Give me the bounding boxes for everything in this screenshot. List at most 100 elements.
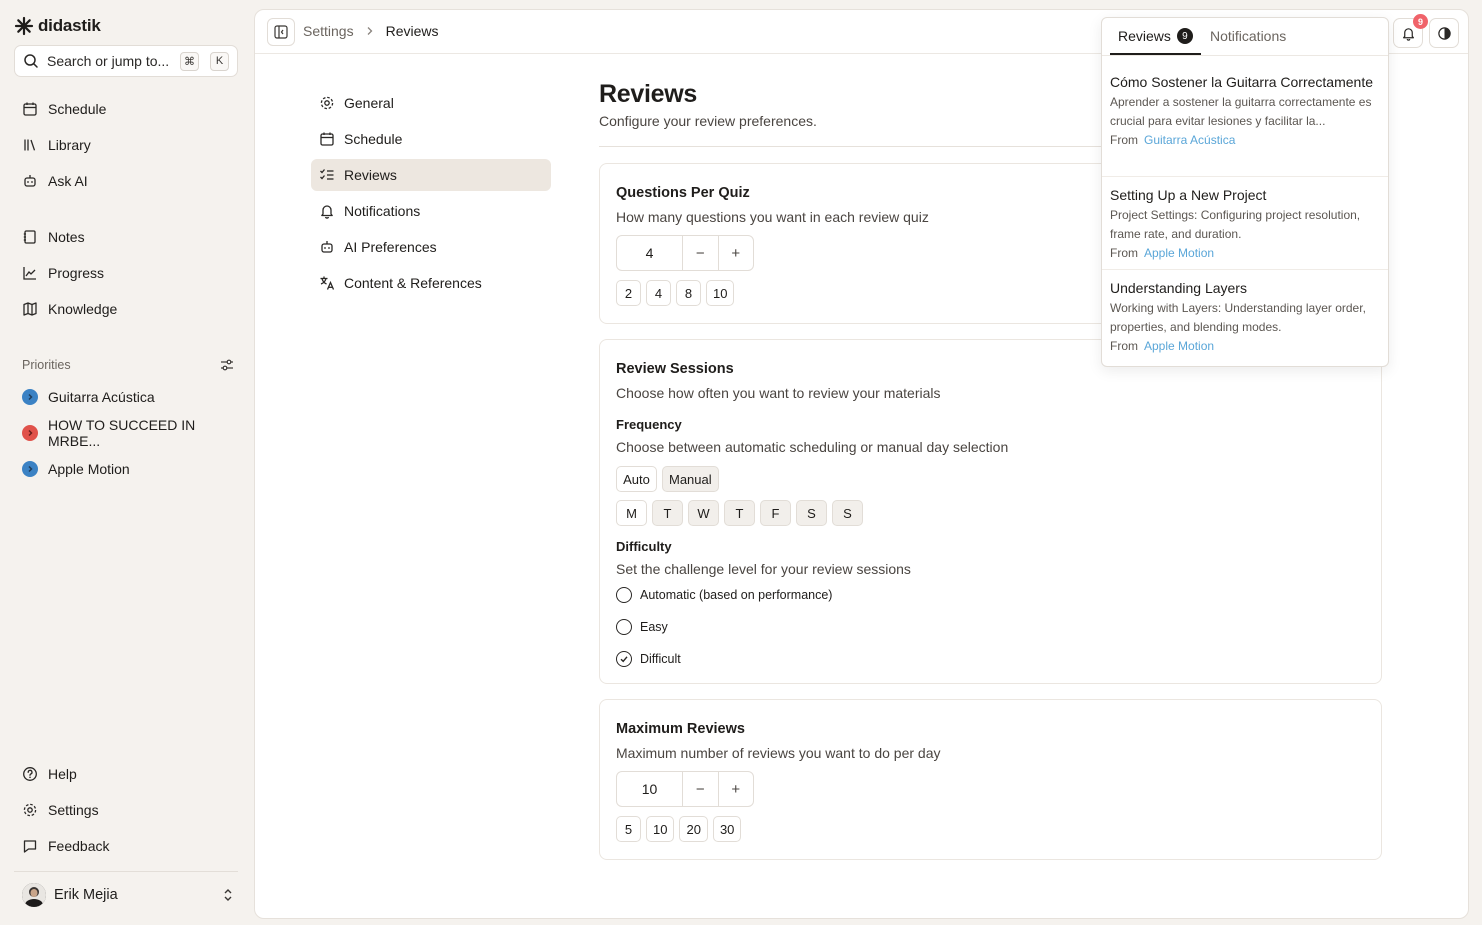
sidebar-item-help[interactable]: Help [14,758,238,790]
settings-nav-ai-preferences[interactable]: AI Preferences [311,231,551,263]
user-name: Erik Mejia [54,887,118,903]
bell-icon [321,205,333,219]
tab-label: Notifications [1210,28,1287,44]
priorities-label: Priorities [22,358,71,372]
mode-auto-button[interactable]: Auto [616,466,657,492]
review-item[interactable]: Setting Up a New Project Project Setting… [1102,176,1388,262]
sidebar-item-label: Progress [48,265,105,281]
stepper-value[interactable]: 10 [617,772,683,806]
source-link[interactable]: Guitarra Acústica [1144,133,1235,147]
tab-notifications[interactable]: Notifications [1210,28,1286,44]
sidebar-item-knowledge[interactable]: Knowledge [14,293,238,325]
sidebar-item-label: Notes [48,229,85,245]
shortcut-key-cmd: ⌘ [180,51,199,71]
sidebar-item-progress[interactable]: Progress [14,257,238,289]
decrement-button[interactable]: − [683,772,718,806]
page-subtitle: Configure your review preferences. [599,113,817,129]
source-link[interactable]: Apple Motion [1144,246,1214,260]
help-circle-icon [23,767,37,781]
preset-chip[interactable]: 2 [616,280,641,306]
app-name: didastik [38,16,101,35]
gear-icon [320,96,334,110]
increment-button[interactable]: + [717,236,754,270]
notifications-button[interactable]: 9 [1393,14,1428,48]
review-excerpt: Aprender a sostener la guitarra correcta… [1110,95,1372,128]
increment-button[interactable]: + [717,772,754,806]
preset-chip[interactable]: 30 [712,816,742,842]
day-friday[interactable]: F [760,500,791,526]
day-thursday[interactable]: T [724,500,755,526]
difficulty-option-difficult[interactable]: Difficult [616,651,681,667]
breadcrumb-current: Reviews [385,23,439,39]
sliders-icon[interactable] [220,358,234,372]
sidebar-item-feedback[interactable]: Feedback [14,830,238,862]
settings-nav-reviews[interactable]: Reviews [311,159,551,191]
breadcrumb-settings[interactable]: Settings [303,23,354,39]
difficulty-option-automatic[interactable]: Automatic (based on performance) [616,587,832,603]
from-label: From [1110,133,1138,147]
review-item[interactable]: Cómo Sostener la Guitarra Correctamente … [1102,72,1388,149]
frequency-description: Choose between automatic scheduling or m… [616,439,1009,455]
day-saturday[interactable]: S [796,500,827,526]
preset-chip[interactable]: 10 [646,816,675,842]
theme-toggle-button[interactable] [1429,18,1459,48]
sidebar-item-library[interactable]: Library [14,129,238,161]
day-tuesday[interactable]: T [652,500,683,526]
preset-chip[interactable]: 10 [706,280,735,306]
contrast-icon [1437,26,1451,40]
from-label: From [1110,246,1138,260]
preset-chip[interactable]: 8 [676,280,701,306]
priority-item-guitarra[interactable]: Guitarra Acústica [14,381,238,413]
day-wednesday[interactable]: W [688,500,719,526]
settings-nav-general[interactable]: General [311,87,551,119]
review-source: From Guitarra Acústica [1110,131,1380,149]
card-title: Maximum Reviews [616,721,745,737]
priority-item-mrbeast[interactable]: HOW TO SUCCEED IN MRBE... [14,417,238,449]
sidebar-item-schedule[interactable]: Schedule [14,93,238,125]
review-title: Understanding Layers [1110,280,1247,296]
preset-chip[interactable]: 5 [616,816,641,842]
stepper-value[interactable]: 4 [617,236,683,270]
source-link[interactable]: Apple Motion [1144,339,1214,353]
sidebar-item-notes[interactable]: Notes [14,221,238,253]
tab-reviews[interactable]: Reviews 9 [1110,28,1201,55]
map-icon [23,302,37,316]
avatar [22,883,46,907]
search-input[interactable]: Search or jump to... ⌘ K [14,45,238,77]
preset-chip[interactable]: 20 [679,816,708,842]
review-item[interactable]: Understanding Layers Working with Layers… [1102,269,1388,355]
notebook-icon [23,230,36,244]
bot-icon [321,241,333,253]
settings-nav-schedule[interactable]: Schedule [311,123,551,155]
user-menu[interactable]: Erik Mejia [22,882,234,908]
settings-nav-content-references[interactable]: Content & References [311,267,551,299]
decrement-button[interactable]: − [683,236,718,270]
radio-label: Automatic (based on performance) [640,588,833,602]
maximum-reviews-card: Maximum Reviews Maximum number of review… [599,699,1382,860]
settings-nav-notifications[interactable]: Notifications [311,195,551,227]
review-source: From Apple Motion [1110,244,1380,262]
preset-chip[interactable]: 4 [646,280,671,306]
day-sunday[interactable]: S [832,500,863,526]
sidebar-toggle-button[interactable] [267,18,295,46]
calendar-icon [23,102,37,116]
sidebar-item-settings[interactable]: Settings [14,794,238,826]
message-icon [23,840,37,853]
priority-chevron-icon [22,425,38,441]
difficulty-option-easy[interactable]: Easy [616,619,668,635]
day-monday[interactable]: M [616,500,647,526]
notification-count-badge: 9 [1413,14,1428,29]
sidebar-item-label: Ask AI [48,173,88,189]
quantity-stepper: 4 − + [616,235,754,271]
bot-icon [24,175,36,187]
tab-count-badge: 9 [1176,28,1193,44]
review-excerpt: Working with Layers: Understanding layer… [1110,301,1366,334]
sidebar-item-label: Feedback [48,838,110,854]
sidebar-item-ask-ai[interactable]: Ask AI [14,165,238,197]
app-logo[interactable]: didastik [14,16,101,36]
priority-item-apple-motion[interactable]: Apple Motion [14,453,238,485]
chart-icon [23,267,36,280]
list-checks-icon [320,169,334,180]
radio-checked-icon [616,651,632,667]
mode-manual-button[interactable]: Manual [662,466,719,492]
